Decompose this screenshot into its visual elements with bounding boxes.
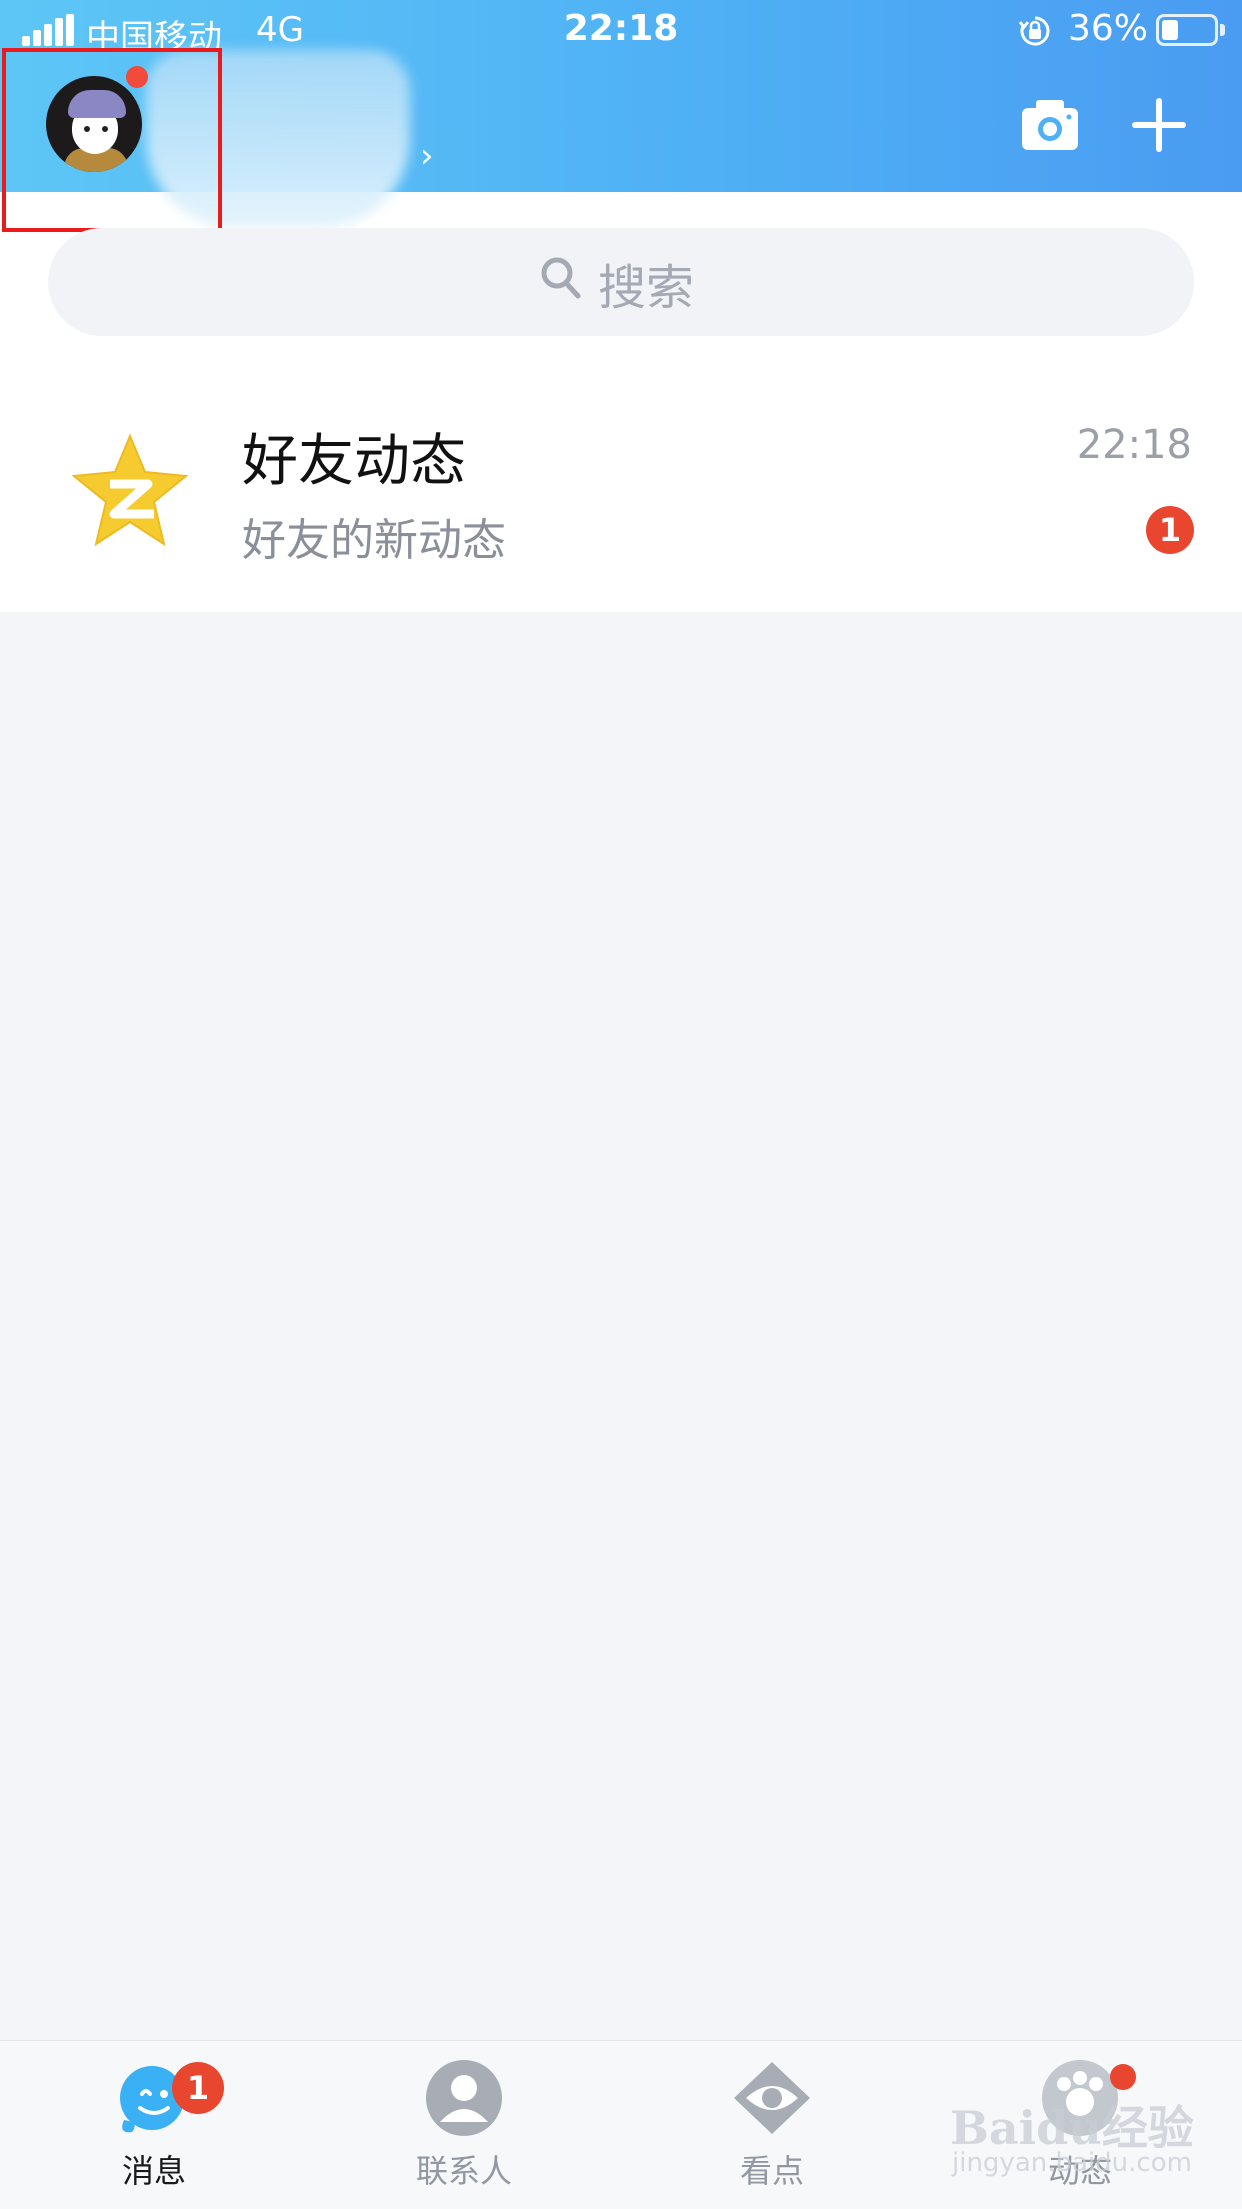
- eye-icon: [734, 2062, 810, 2134]
- conversation-subtitle: 好友的新动态: [242, 515, 506, 566]
- search-icon: [541, 257, 581, 299]
- tab-contacts-label: 联系人: [415, 2152, 512, 2190]
- tab-moments-dot: [1110, 2064, 1136, 2090]
- rotation-lock-icon: [1018, 16, 1050, 46]
- qzone-star-icon: [71, 433, 189, 547]
- conversation-time: 22:18: [1076, 422, 1192, 468]
- battery-percent: 36%: [1068, 8, 1149, 49]
- watermark-url: jingyan.baidu.com: [952, 2148, 1192, 2178]
- tab-watch[interactable]: 看点: [692, 2058, 852, 2208]
- tab-watch-label: 看点: [739, 2152, 804, 2190]
- tab-messages-badge: 1: [172, 2062, 224, 2114]
- plus-icon[interactable]: [1130, 96, 1188, 154]
- status-time: 22:18: [563, 8, 679, 49]
- tab-contacts[interactable]: 联系人: [384, 2058, 544, 2208]
- tab-messages-label: 消息: [121, 2152, 186, 2190]
- contacts-icon: [426, 2060, 502, 2136]
- unread-badge: 1: [1146, 506, 1194, 554]
- highlight-annotation-box: [2, 48, 222, 232]
- battery-nub: [1220, 24, 1225, 36]
- search-placeholder: 搜索: [598, 260, 695, 316]
- camera-icon[interactable]: [1020, 96, 1080, 154]
- conversation-title: 好友动态: [242, 429, 466, 494]
- battery-icon: [1156, 14, 1218, 46]
- chevron-right-icon[interactable]: ›: [420, 136, 434, 176]
